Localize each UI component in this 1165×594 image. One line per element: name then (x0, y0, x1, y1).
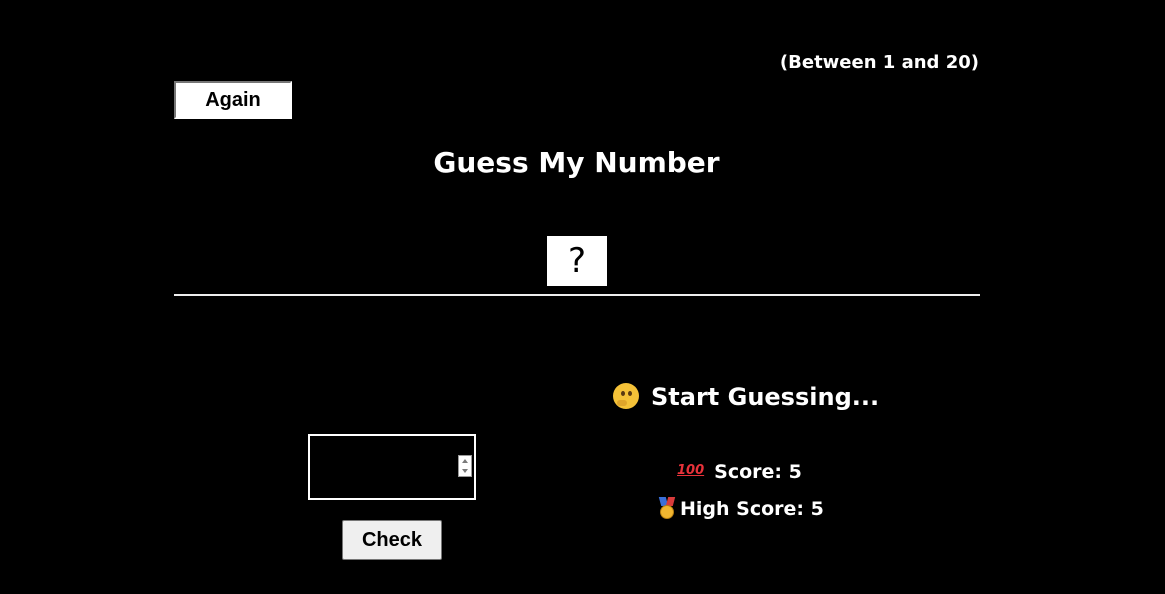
secret-number-box: ? (547, 236, 607, 286)
score-display: 100 Score: 5 (677, 460, 802, 485)
range-hint: (Between 1 and 20) (779, 52, 979, 73)
thinking-face-icon (613, 383, 639, 409)
guess-input-container (308, 434, 476, 500)
highscore-display: High Score: 5 (658, 496, 824, 521)
header-divider (174, 294, 980, 296)
spinner-up-icon[interactable] (462, 459, 468, 463)
page-title: Guess My Number (433, 146, 720, 179)
medal-icon (658, 496, 676, 519)
spinner-down-icon[interactable] (462, 469, 468, 473)
check-button[interactable]: Check (342, 520, 442, 560)
again-button[interactable]: Again (174, 81, 292, 119)
guess-my-number-page: (Between 1 and 20) Again Guess My Number… (0, 0, 1165, 594)
guess-input[interactable] (310, 436, 450, 498)
hundred-points-icon: 100 (677, 462, 705, 478)
status-message-text: Start Guessing... (651, 383, 880, 411)
highscore-label: High Score: 5 (680, 498, 824, 520)
status-message: Start Guessing... (613, 382, 879, 412)
score-label: Score: 5 (714, 461, 802, 483)
number-spinner[interactable] (458, 455, 472, 477)
